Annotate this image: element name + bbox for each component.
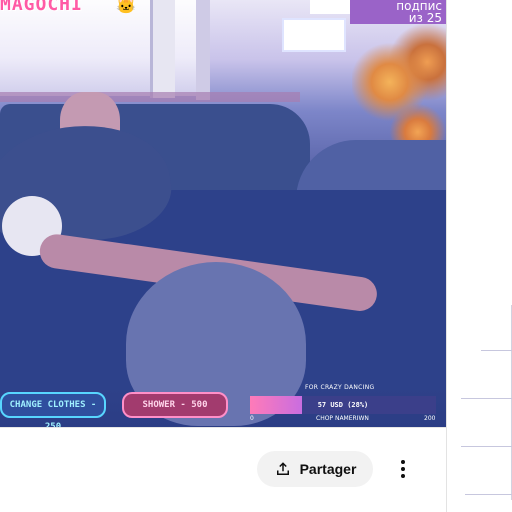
- window-frame-secondary: [196, 0, 210, 100]
- window-frame: [150, 0, 175, 98]
- sidebar-line: [481, 350, 512, 351]
- goal-sub-label: CHOP NAMERIWN: [316, 415, 369, 422]
- overlay-button-change-clothes: CHANGE CLOTHES - 250: [0, 392, 106, 427]
- subscriber-badge: подпис из 25: [350, 0, 446, 24]
- more-dot-icon: [401, 460, 405, 464]
- share-button[interactable]: Partager: [257, 451, 373, 487]
- goal-min-label: 0: [250, 415, 254, 422]
- stream-title: MAGOCHI: [0, 0, 83, 15]
- cat-icon: 🐱: [116, 0, 136, 15]
- subscriber-badge-line2: из 25: [408, 11, 442, 25]
- sidebar-line: [461, 398, 512, 399]
- pixel-cloud-icon: [310, 0, 350, 14]
- video-player[interactable]: MAGOCHI 🐱 подпис из 25 CHANGE CLOTHES - …: [0, 0, 446, 427]
- divider: [0, 427, 446, 428]
- more-dot-icon: [401, 474, 405, 478]
- sidebar-line: [461, 446, 512, 447]
- goal-title: FOR CRAZY DANCING: [305, 384, 375, 391]
- more-dot-icon: [401, 467, 405, 471]
- goal-max-label: 200: [424, 415, 436, 422]
- overlay-button-shower: SHOWER - 500: [122, 392, 228, 418]
- pixel-cloud-icon: [284, 20, 344, 50]
- more-options-button[interactable]: [392, 454, 414, 484]
- share-button-label: Partager: [299, 461, 357, 477]
- sidebar-line: [465, 494, 512, 495]
- goal-progress-text: 57 USD (28%): [317, 401, 369, 409]
- right-sidebar: [446, 0, 512, 512]
- share-icon: [276, 462, 289, 475]
- goal-progress-bar: 57 USD (28%): [250, 396, 436, 414]
- windowsill-shelf: [0, 92, 300, 102]
